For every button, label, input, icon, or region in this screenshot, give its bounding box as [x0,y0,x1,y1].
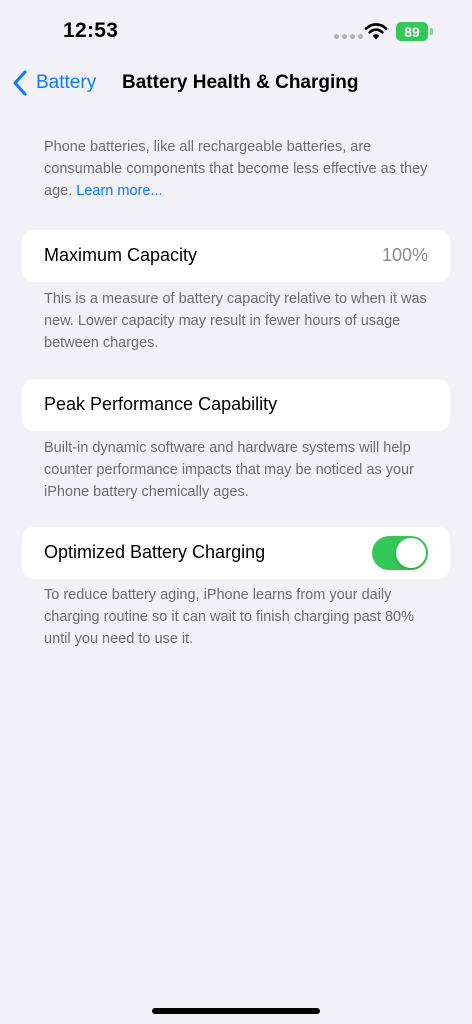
page-title: Battery Health & Charging [122,72,359,93]
peak-performance-row[interactable]: Peak Performance Capability [22,379,450,431]
cellular-signal-icon [334,34,363,39]
status-bar: 12:53 89 [0,0,472,64]
toggle-knob [396,538,426,568]
optimized-charging-label: Optimized Battery Charging [44,542,266,562]
maximum-capacity-value: 100% [381,245,428,265]
navigation-bar: Battery Battery Health & Charging [0,62,472,106]
peak-performance-label: Peak Performance Capability [44,394,278,414]
back-label: Battery [36,72,97,93]
wifi-icon [364,23,388,40]
optimized-charging-toggle[interactable] [372,536,428,570]
maximum-capacity-label: Maximum Capacity [44,245,198,265]
battery-level-badge: 89 [396,22,428,41]
optimized-charging-row: Optimized Battery Charging [22,527,450,579]
home-indicator[interactable] [152,1008,320,1014]
maximum-capacity-footnote: This is a measure of battery capacity re… [44,291,427,351]
battery-nub [430,28,433,35]
back-button[interactable]: Battery [12,70,96,96]
chevron-left-icon [13,70,27,96]
status-time: 12:53 [63,19,119,42]
battery-health-screen: 12:53 89 Battery Battery Health & Chargi… [0,0,472,1024]
peak-performance-footnote: Built-in dynamic software and hardware s… [44,440,414,500]
optimized-charging-footnote: To reduce battery aging, iPhone learns f… [44,587,414,647]
intro-description: Phone batteries, like all rechargeable b… [44,136,434,202]
learn-more-link[interactable]: Learn more... [76,183,162,199]
maximum-capacity-row: Maximum Capacity 100% [22,230,450,282]
